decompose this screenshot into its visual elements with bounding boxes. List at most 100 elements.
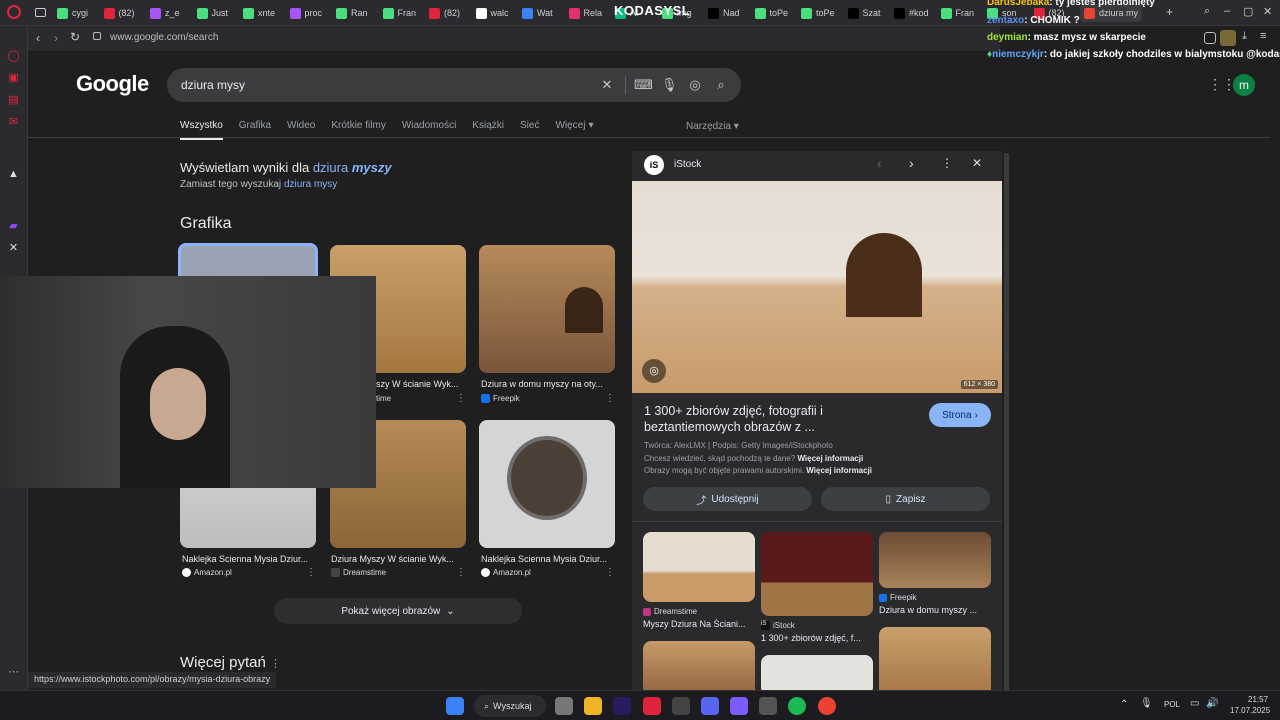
twitch-icon[interactable]: ▰ xyxy=(7,220,20,233)
settings-icon[interactable]: ⋯ xyxy=(7,666,20,679)
opera-logo-icon[interactable] xyxy=(7,5,21,19)
x-icon[interactable]: ✕ xyxy=(7,242,20,255)
prev-icon[interactable]: ‹ xyxy=(877,155,882,171)
browser-tab[interactable]: toPe xyxy=(754,4,797,22)
browser-tab[interactable]: xnte xyxy=(243,4,285,22)
save-button[interactable]: ▯ Zapisz xyxy=(821,487,990,511)
browser-tab[interactable]: walc xyxy=(475,4,518,22)
obs-icon[interactable] xyxy=(730,697,748,715)
app-icon[interactable] xyxy=(759,697,777,715)
avatar[interactable]: m xyxy=(1233,74,1255,96)
preview-title[interactable]: 1 300+ zbiorów zdjęć, fotografii i bezta… xyxy=(644,403,914,435)
share-button[interactable]: ⤴ Udostępnij xyxy=(643,487,812,511)
url-field[interactable]: www.google.com/search xyxy=(110,32,218,43)
browser-tab[interactable]: Nad xyxy=(708,4,750,22)
browser-tab[interactable]: Ran xyxy=(336,4,378,22)
related-caption-3[interactable]: Dziura w domu myszy ... xyxy=(879,605,991,615)
preview-image[interactable]: ◎ 612 × 380 xyxy=(632,181,1002,393)
more-options-icon[interactable]: ⋮ xyxy=(605,567,615,578)
lens-search-icon[interactable]: ◎ xyxy=(642,359,666,383)
correction-link[interactable]: dziura myszy xyxy=(313,160,392,175)
volume-icon[interactable]: 🔊 xyxy=(1206,698,1218,709)
taskbar-search[interactable]: ⌕ Wyszukaj xyxy=(474,695,546,717)
image-caption-4[interactable]: Naklejka Scienna Mysia Dziur... xyxy=(182,554,316,564)
clock-date[interactable]: 17.07.2025 xyxy=(1230,706,1270,715)
show-more-images-button[interactable]: Pokaż więcej obrazów ⌄ xyxy=(274,598,522,624)
forward-icon[interactable]: › xyxy=(54,31,58,45)
browser-tab[interactable]: #kod xyxy=(894,4,936,22)
shopping-icon[interactable]: ▣ xyxy=(7,72,20,85)
browser-tab[interactable]: Fran xyxy=(382,4,425,22)
aria-icon[interactable]: ▲ xyxy=(7,168,20,181)
related-image-1[interactable] xyxy=(643,532,755,602)
back-icon[interactable]: ‹ xyxy=(36,31,40,45)
related-image-5[interactable] xyxy=(761,655,873,690)
apps-grid-icon[interactable]: ⋮⋮ xyxy=(1208,76,1236,93)
tools-button[interactable]: Narzędzia ▾ xyxy=(686,121,739,132)
browser-tab[interactable]: toPe xyxy=(801,4,843,22)
clear-icon[interactable]: ✕ xyxy=(599,77,615,93)
next-icon[interactable]: › xyxy=(909,155,914,171)
chatgpt-icon[interactable] xyxy=(672,697,690,715)
language-indicator[interactable]: POL xyxy=(1164,700,1180,709)
tray-chevron-icon[interactable]: ⌃ xyxy=(1120,699,1128,710)
browser-tab[interactable]: Just xyxy=(196,4,239,22)
search-icon[interactable]: ⌕ xyxy=(713,77,729,93)
more-options-icon[interactable]: ⋮ xyxy=(306,567,316,578)
related-image-4[interactable] xyxy=(643,641,755,690)
image-result-6[interactable] xyxy=(479,420,615,548)
google-logo[interactable]: Google xyxy=(76,71,149,97)
preview-site-name[interactable]: iStock xyxy=(674,159,701,170)
discord-icon[interactable] xyxy=(701,697,719,715)
mic-icon[interactable]: 🎙 xyxy=(661,77,678,93)
related-image-6[interactable] xyxy=(879,627,991,690)
browser-tab[interactable]: (82) xyxy=(429,4,471,22)
premiere-icon[interactable] xyxy=(613,697,631,715)
related-caption-1[interactable]: Myszy Dziura Na Ściani... xyxy=(643,619,755,629)
browser-tab[interactable]: Fran xyxy=(940,4,983,22)
keyboard-icon[interactable]: ⌨ xyxy=(634,77,653,93)
more-options-icon[interactable]: ⋮ xyxy=(456,393,466,404)
image-result-3[interactable] xyxy=(479,245,615,373)
mic-tray-icon[interactable]: 🎙 xyxy=(1140,698,1153,709)
instead-link[interactable]: dziura mysy xyxy=(284,179,337,190)
browser-tab[interactable]: Wat xyxy=(522,4,564,22)
browser-tab[interactable]: proc xyxy=(289,4,332,22)
more-info-link[interactable]: Więcej informacji xyxy=(806,466,872,475)
image-caption-5[interactable]: Dziura Myszy W ścianie Wyk... xyxy=(331,554,465,564)
search-input[interactable]: dziura mysy xyxy=(181,78,245,92)
close-icon[interactable]: ✕ xyxy=(972,156,982,170)
browser-tab[interactable]: z_e xyxy=(150,4,192,22)
visit-button[interactable]: Strona › xyxy=(929,403,991,427)
more-options-icon[interactable]: ⋮ xyxy=(270,658,281,670)
more-options-icon[interactable]: ⋮ xyxy=(456,567,466,578)
opera-icon[interactable] xyxy=(643,697,661,715)
lens-icon[interactable]: ◎ xyxy=(687,77,703,93)
panel-scrollbar[interactable] xyxy=(1004,153,1009,690)
browser-tab[interactable]: Szat xyxy=(847,4,890,22)
image-caption-6[interactable]: Naklejka Scienna Mysia Dziur... xyxy=(481,554,615,564)
file-explorer-icon[interactable] xyxy=(584,697,602,715)
more-info-link[interactable]: Więcej informacji xyxy=(797,454,863,463)
chrome-icon[interactable] xyxy=(818,697,836,715)
related-image-2[interactable] xyxy=(761,532,873,616)
more-options-icon[interactable]: ⋮ xyxy=(605,393,615,404)
reload-icon[interactable]: ↻ xyxy=(70,30,80,44)
start-icon[interactable] xyxy=(446,697,464,715)
more-options-icon[interactable]: ⋮ xyxy=(941,156,953,170)
browser-tab[interactable]: (82) xyxy=(103,4,146,22)
image-caption-3[interactable]: Dziura w domu myszy na oty... xyxy=(481,379,613,389)
browser-tab[interactable]: cygi xyxy=(57,4,99,22)
image-caption-2[interactable]: szy W ścianie Wyk... xyxy=(376,379,466,389)
messenger-icon[interactable]: ◯ xyxy=(7,50,20,63)
related-caption-2[interactable]: 1 300+ zbiorów zdjęć, f... xyxy=(761,633,873,643)
search-box[interactable]: dziura mysy ✕ ⌨ 🎙 ◎ ⌕ xyxy=(167,68,741,102)
browser-tab[interactable]: Rela xyxy=(568,4,611,22)
network-icon[interactable]: ▭ xyxy=(1190,698,1199,709)
related-image-3[interactable] xyxy=(879,532,991,588)
spotify-icon[interactable] xyxy=(788,697,806,715)
tab-overview-icon[interactable] xyxy=(35,8,46,17)
pinboard-icon[interactable]: ▤ xyxy=(7,94,20,107)
clock-time[interactable]: 21:57 xyxy=(1248,695,1268,704)
task-view-icon[interactable] xyxy=(555,697,573,715)
